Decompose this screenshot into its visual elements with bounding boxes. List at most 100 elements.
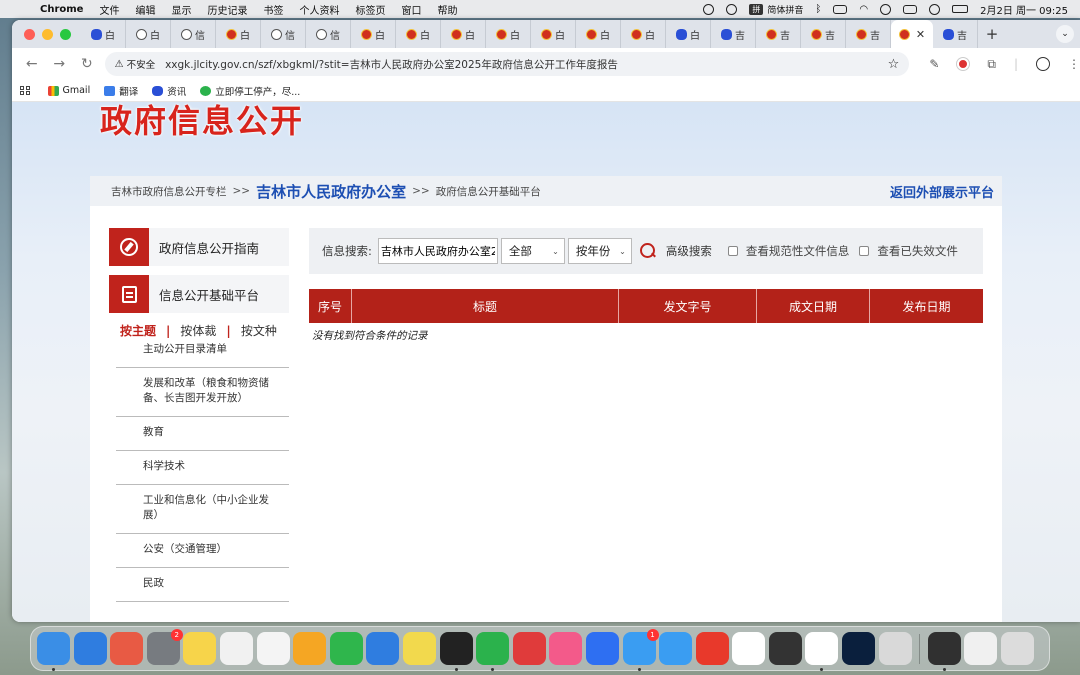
tab[interactable]: 白 <box>441 20 486 48</box>
tab-by-topic[interactable]: 按主题 <box>120 322 156 339</box>
dock-launchpad-icon[interactable] <box>110 632 144 665</box>
address-bar[interactable]: ⚠ 不安全 xxgk.jlcity.gov.cn/szf/xbgkml/?sti… <box>104 52 910 76</box>
tab[interactable]: 白 <box>486 20 531 48</box>
menubar-clock[interactable]: 2月2日 周一 09:25 <box>980 2 1068 17</box>
checkbox-box[interactable] <box>727 246 738 256</box>
control-center-icon[interactable] <box>903 4 918 14</box>
bluetooth-icon[interactable]: ᛒ <box>815 4 821 15</box>
dock-notes-icon[interactable] <box>183 632 217 665</box>
search-icon[interactable] <box>639 243 656 259</box>
menu-tabs[interactable]: 标签页 <box>355 2 385 17</box>
bookmark-translate[interactable]: 翻译 <box>104 84 138 98</box>
tab[interactable]: 吉 <box>846 20 891 48</box>
tab[interactable]: 白 <box>216 20 261 48</box>
back-arrow-icon[interactable]: ← <box>18 56 46 72</box>
tab[interactable]: 信 <box>171 20 216 48</box>
year-select[interactable]: 按年份 ⌄ <box>567 238 632 264</box>
checkbox-box[interactable] <box>859 246 870 256</box>
dock-freeform-icon[interactable] <box>219 632 253 665</box>
new-tab-button[interactable]: + <box>978 25 1006 43</box>
dock-system-settings-icon[interactable]: 2 <box>146 629 183 665</box>
wechat-status-icon[interactable] <box>726 3 738 15</box>
tab[interactable]: 吉 <box>801 20 846 48</box>
tab[interactable]: 白 <box>531 20 576 48</box>
bookmark-gmail[interactable]: Gmail <box>47 85 90 96</box>
pen-extension-icon[interactable]: ✎ <box>929 57 939 71</box>
dock-qq-icon[interactable] <box>439 632 473 671</box>
dock-pages-icon[interactable] <box>293 632 327 665</box>
minimize-window-button[interactable] <box>42 28 53 40</box>
tab[interactable]: 白 <box>81 20 126 48</box>
apps-grid-icon[interactable] <box>20 85 30 96</box>
puzzle-extensions-icon[interactable]: ⧉ <box>987 57 996 72</box>
wifi-icon[interactable]: ◠ <box>859 4 868 15</box>
dock-finder-icon[interactable] <box>37 632 70 671</box>
topic-item[interactable]: 发展和改革（粮食和物资储备、长吉图开发开放） <box>116 368 289 417</box>
normative-checkbox[interactable]: 查看规范性文件信息 <box>727 243 849 259</box>
invalid-docs-checkbox[interactable]: 查看已失效文件 <box>859 243 958 259</box>
dock-iphone-mirroring-icon[interactable] <box>878 632 912 665</box>
dock-netease-music-icon[interactable] <box>512 632 546 665</box>
dock-photoshop-icon[interactable] <box>842 632 876 665</box>
return-external-link[interactable]: 返回外部展示平台 <box>890 182 994 201</box>
siri-icon[interactable] <box>929 3 941 15</box>
more-menu-icon[interactable]: ⋮ <box>1068 57 1080 71</box>
menu-file[interactable]: 文件 <box>99 2 119 17</box>
tab[interactable]: 白 <box>621 20 666 48</box>
tab[interactable]: 吉 <box>933 20 978 48</box>
tab[interactable]: 白 <box>351 20 396 48</box>
input-method[interactable]: 拼 简体拼音 <box>749 3 803 16</box>
tab[interactable]: 吉 <box>711 20 756 48</box>
advanced-search-link[interactable]: 高级搜索 <box>666 243 712 259</box>
topic-item[interactable]: 民政 <box>116 568 289 602</box>
dock-wps-icon[interactable] <box>695 632 729 665</box>
dock-bilibili-icon[interactable] <box>549 632 583 665</box>
tab[interactable]: 白 <box>666 20 711 48</box>
sidebar-platform-button[interactable]: 信息公开基础平台 <box>109 275 289 313</box>
profile-avatar-icon[interactable] <box>1036 57 1050 71</box>
tab-active[interactable]: ✕ <box>891 20 933 48</box>
bookmark-news[interactable]: 资讯 <box>152 84 186 98</box>
dock-wechat-icon[interactable] <box>476 632 510 671</box>
dock-mail-icon[interactable] <box>659 632 693 665</box>
warning-icon[interactable]: ⚠ <box>115 59 124 70</box>
dock-preview-icon[interactable] <box>964 632 998 665</box>
dock-stickies-icon[interactable] <box>402 632 436 665</box>
tab[interactable]: 信 <box>261 20 306 48</box>
tab[interactable]: 信 <box>306 20 351 48</box>
menu-edit[interactable]: 编辑 <box>135 2 155 17</box>
close-tab-icon[interactable]: ✕ <box>916 28 925 41</box>
bookmark-wechat-article[interactable]: 立即停工停产，尽... <box>200 84 300 98</box>
topic-item[interactable]: 教育 <box>116 417 289 451</box>
breadcrumb-root-link[interactable]: 吉林市政府信息公开专栏 <box>111 184 227 199</box>
topic-item[interactable]: 工业和信息化（中小企业发展） <box>116 485 289 534</box>
spotlight-search-icon[interactable] <box>880 3 892 15</box>
bookmark-star-icon[interactable]: ☆ <box>888 57 900 72</box>
topic-item[interactable]: 科学技术 <box>116 451 289 485</box>
dock-baidu-netdisk-icon[interactable] <box>732 632 766 665</box>
tab[interactable]: 吉 <box>756 20 801 48</box>
dock-numbers-icon[interactable] <box>329 632 363 665</box>
reload-icon[interactable]: ↻ <box>73 56 101 72</box>
menu-app-name[interactable]: Chrome <box>40 4 83 15</box>
dock-safari-icon[interactable] <box>73 632 107 665</box>
scope-select[interactable]: 全部 ⌄ <box>500 238 565 264</box>
dock-chrome-icon[interactable] <box>805 632 839 671</box>
dock-calculator-icon[interactable] <box>768 632 802 665</box>
menu-history[interactable]: 历史记录 <box>207 2 247 17</box>
dock-lark-icon[interactable] <box>585 632 619 665</box>
topic-item[interactable]: 主动公开目录清单 <box>116 341 289 368</box>
menu-profile[interactable]: 个人资料 <box>299 2 339 17</box>
not-secure-label[interactable]: 不安全 <box>127 57 156 71</box>
sidebar-guide-button[interactable]: 政府信息公开指南 <box>109 228 289 266</box>
battery-icon[interactable] <box>952 5 969 13</box>
creative-cloud-icon[interactable] <box>703 3 715 15</box>
topic-item[interactable]: 公安（交通管理） <box>116 534 289 568</box>
tab-by-genre[interactable]: 按体裁 <box>180 322 216 339</box>
close-window-button[interactable] <box>24 28 35 40</box>
tab-by-doctype[interactable]: 按文种 <box>241 322 277 339</box>
dock-message-icon[interactable]: 1 <box>622 629 659 671</box>
tab[interactable]: 白 <box>576 20 621 48</box>
menu-bookmarks[interactable]: 书签 <box>263 2 283 17</box>
dock-keynote-icon[interactable] <box>366 632 400 665</box>
